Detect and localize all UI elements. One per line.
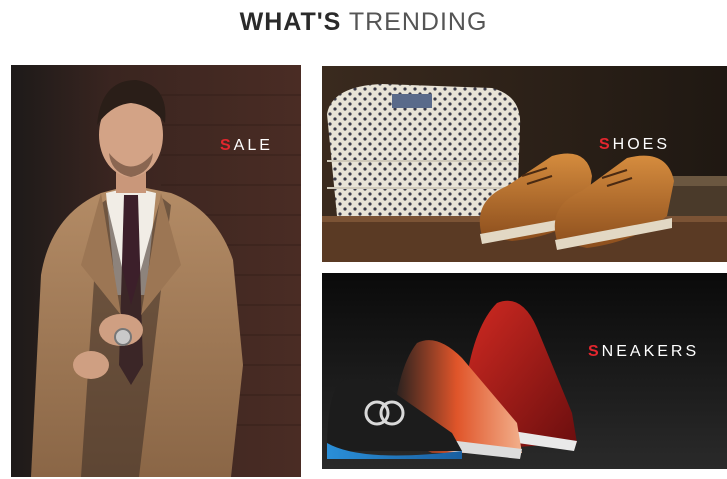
tile-label-shoes: SHOES [599,136,670,154]
section-title-bold: WHAT'S [239,8,342,36]
label-accent-letter: S [599,136,613,153]
sneakers-photo [322,273,727,469]
section-title: WHAT'S TRENDING [0,8,727,37]
section-title-light: TRENDING [348,8,488,36]
label-rest: NEAKERS [601,343,700,360]
tile-sale[interactable]: SALE [11,65,301,477]
tile-label-sneakers: SNEAKERS [588,343,699,361]
label-rest: HOES [612,136,671,153]
tile-label-sale: SALE [220,137,273,155]
shoes-photo [322,66,727,262]
tile-sneakers[interactable]: SNEAKERS [322,273,727,469]
tile-shoes[interactable]: SHOES [322,66,727,262]
sale-photo [11,65,301,477]
label-accent-letter: S [588,343,602,360]
label-accent-letter: S [220,137,234,154]
label-rest: ALE [233,137,273,154]
